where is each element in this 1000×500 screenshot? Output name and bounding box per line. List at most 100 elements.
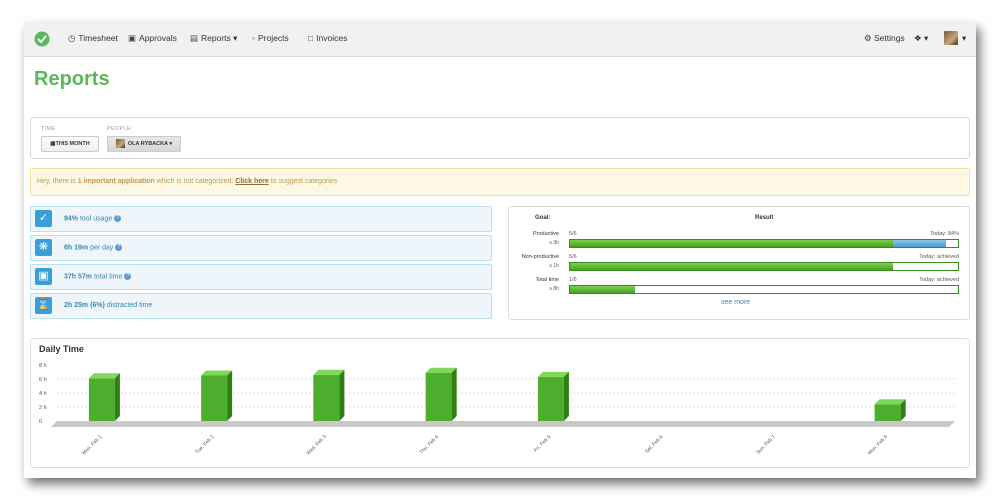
time-filter-label: TIME: xyxy=(41,126,58,132)
bar-side xyxy=(563,371,569,421)
goal-productive-today: Today: 84% xyxy=(930,231,959,237)
sun-icon: ❋ xyxy=(35,239,52,256)
nav-approvals[interactable]: ▣ Approvals xyxy=(128,33,177,44)
stat-tool-usage: ✓ 94% tool usage? xyxy=(30,206,492,232)
stat-label: per day xyxy=(88,244,114,252)
info-icon: ❖ xyxy=(914,33,922,43)
goal-header: Goal: xyxy=(535,215,551,221)
nav-reports-label: Reports xyxy=(201,33,231,43)
stat-total-time: ▣ 37h 57m total time? xyxy=(30,264,492,290)
alert-bold: 1 important application xyxy=(77,178,155,185)
stat-total-time-text: 37h 57m total time? xyxy=(64,273,132,281)
document-icon: □ xyxy=(308,33,314,43)
nav-timesheet-label: Timesheet xyxy=(78,33,118,43)
time-filter-button[interactable]: ▦THIS MONTH xyxy=(41,136,99,152)
stat-label: tool usage xyxy=(78,215,113,223)
nav-timesheet[interactable]: ◷ Timesheet xyxy=(68,33,118,44)
stat-value: 6h 19m xyxy=(64,244,89,252)
bar-top xyxy=(88,373,120,379)
info-menu[interactable]: ❖ ▾ xyxy=(914,33,928,44)
nav-reports[interactable]: ▤ Reports ▾ xyxy=(190,33,237,44)
nav-projects-label: Projects xyxy=(258,33,289,43)
goal-total-target: ≥ 8h xyxy=(549,286,559,292)
time-filter-value: THIS MONTH xyxy=(55,141,90,147)
x-tick-label: Tue, Feb 2 xyxy=(194,434,215,455)
user-avatar[interactable] xyxy=(944,31,958,45)
nav-approvals-label: Approvals xyxy=(139,33,177,43)
info-icon[interactable]: ? xyxy=(124,273,132,280)
x-tick-label: Wed, Feb 3 xyxy=(305,434,328,457)
goal-productive-name: Productive xyxy=(533,231,559,237)
daily-time-chart: 8 h 6 h 4 h 2 h 0 Mon, Feb 1 Tue, Feb 2 Wed, Fe… xyxy=(39,363,955,457)
goal-nonproductive-bar xyxy=(569,262,959,271)
goal-productive-fraction: 5/6 xyxy=(569,231,577,237)
see-more-link[interactable]: see more xyxy=(721,299,750,306)
bar xyxy=(537,376,564,421)
info-icon[interactable]: ? xyxy=(114,215,122,222)
app-window: ◷ Timesheet ▣ Approvals ▤ Reports ▾ ▫ Projec… xyxy=(24,22,976,478)
user-menu-chevron-icon[interactable]: ▾ xyxy=(962,33,966,44)
productive-progress xyxy=(570,240,894,247)
stat-per-day-text: 6h 19m per day? xyxy=(64,244,123,252)
x-tick-label: Sat, Feb 6 xyxy=(644,434,665,455)
info-icon[interactable]: ? xyxy=(115,244,123,251)
nav-invoices[interactable]: □ Invoices xyxy=(308,33,347,43)
bar xyxy=(313,374,340,421)
stat-label: total time xyxy=(92,273,123,281)
bar-side xyxy=(451,367,457,421)
daily-time-panel: Daily Time 8 h6 h4 h2 h 0 Mon, Feb 1 Tue, F… xyxy=(30,338,970,468)
uncategorized-alert: Hey, there is 1 important application wh… xyxy=(30,168,970,196)
bar-top xyxy=(201,370,233,376)
goal-total-fraction: 1/6 xyxy=(569,277,577,283)
goal-total-bar xyxy=(569,285,959,294)
x-tick-label: Thu, Feb 4 xyxy=(419,434,440,455)
goal-productive-bar xyxy=(569,239,959,248)
y-tick-label: 8 h xyxy=(39,363,47,369)
people-filter-button[interactable]: OLA RYBACKA ▾ xyxy=(107,136,181,152)
suggest-categories-link[interactable]: Click here xyxy=(235,178,268,185)
people-filter-value: OLA RYBACKA xyxy=(127,141,168,147)
goal-productive-target: ≥ 3h xyxy=(549,240,559,246)
chart-floor xyxy=(51,421,955,427)
bar-side xyxy=(339,369,345,421)
chevron-down-icon: ▾ xyxy=(924,33,929,43)
bar xyxy=(425,372,452,421)
chevron-down-icon: ▾ xyxy=(233,33,238,43)
caret-down-icon: ▾ xyxy=(169,141,173,147)
gear-icon: ⚙ xyxy=(864,33,872,43)
people-filter-label: PEOPLE: xyxy=(107,126,133,132)
monitor-icon: ▣ xyxy=(35,268,52,285)
bar-top xyxy=(425,367,457,373)
x-tick-label: Sun, Feb 7 xyxy=(755,434,777,456)
app-logo-icon[interactable] xyxy=(34,31,50,47)
settings-label: Settings xyxy=(874,33,905,43)
alert-suffix: to suggest categories xyxy=(268,178,338,185)
y-tick-label: 0 xyxy=(39,419,42,425)
settings-link[interactable]: ⚙ Settings xyxy=(864,33,905,44)
person-avatar xyxy=(115,139,125,149)
nav-invoices-label: Invoices xyxy=(316,33,348,43)
stat-value: 2h 25m (6%) xyxy=(64,302,105,309)
top-navbar: ◷ Timesheet ▣ Approvals ▤ Reports ▾ ▫ Projec… xyxy=(24,22,976,57)
stat-distracted-time: ⌛ 2h 25m (6%) distracted time xyxy=(30,293,492,319)
bar xyxy=(874,404,901,421)
bar-top xyxy=(874,399,906,405)
stat-per-day: ❋ 6h 19m per day? xyxy=(30,235,492,261)
alert-text: Hey, there is 1 important application wh… xyxy=(37,178,337,185)
x-tick-label: Fri, Feb 5 xyxy=(533,434,553,454)
y-tick-label: 6 h xyxy=(39,377,47,383)
goals-panel: Goal: Result Productive ≥ 3h 5/6 Today: … xyxy=(508,206,970,320)
hourglass-icon: ⌛ xyxy=(35,297,52,314)
stat-label: distracted time xyxy=(104,302,153,309)
stat-value: 94% xyxy=(64,215,79,223)
stat-distracted-text: 2h 25m (6%) distracted time xyxy=(64,302,152,309)
goal-total-name: Total time xyxy=(535,277,559,283)
bar-top xyxy=(537,371,569,377)
nav-projects[interactable]: ▫ Projects xyxy=(252,33,289,43)
x-tick-label: Mon, Feb 8 xyxy=(867,434,889,456)
goal-nonproductive-name: Non-productive xyxy=(521,254,559,260)
bar-side xyxy=(227,370,233,421)
page-title: Reports xyxy=(34,68,110,90)
goal-nonproductive-fraction: 5/6 xyxy=(569,254,577,260)
filter-panel: TIME: ▦THIS MONTH PEOPLE: OLA RYBACKA ▾ xyxy=(30,117,970,159)
